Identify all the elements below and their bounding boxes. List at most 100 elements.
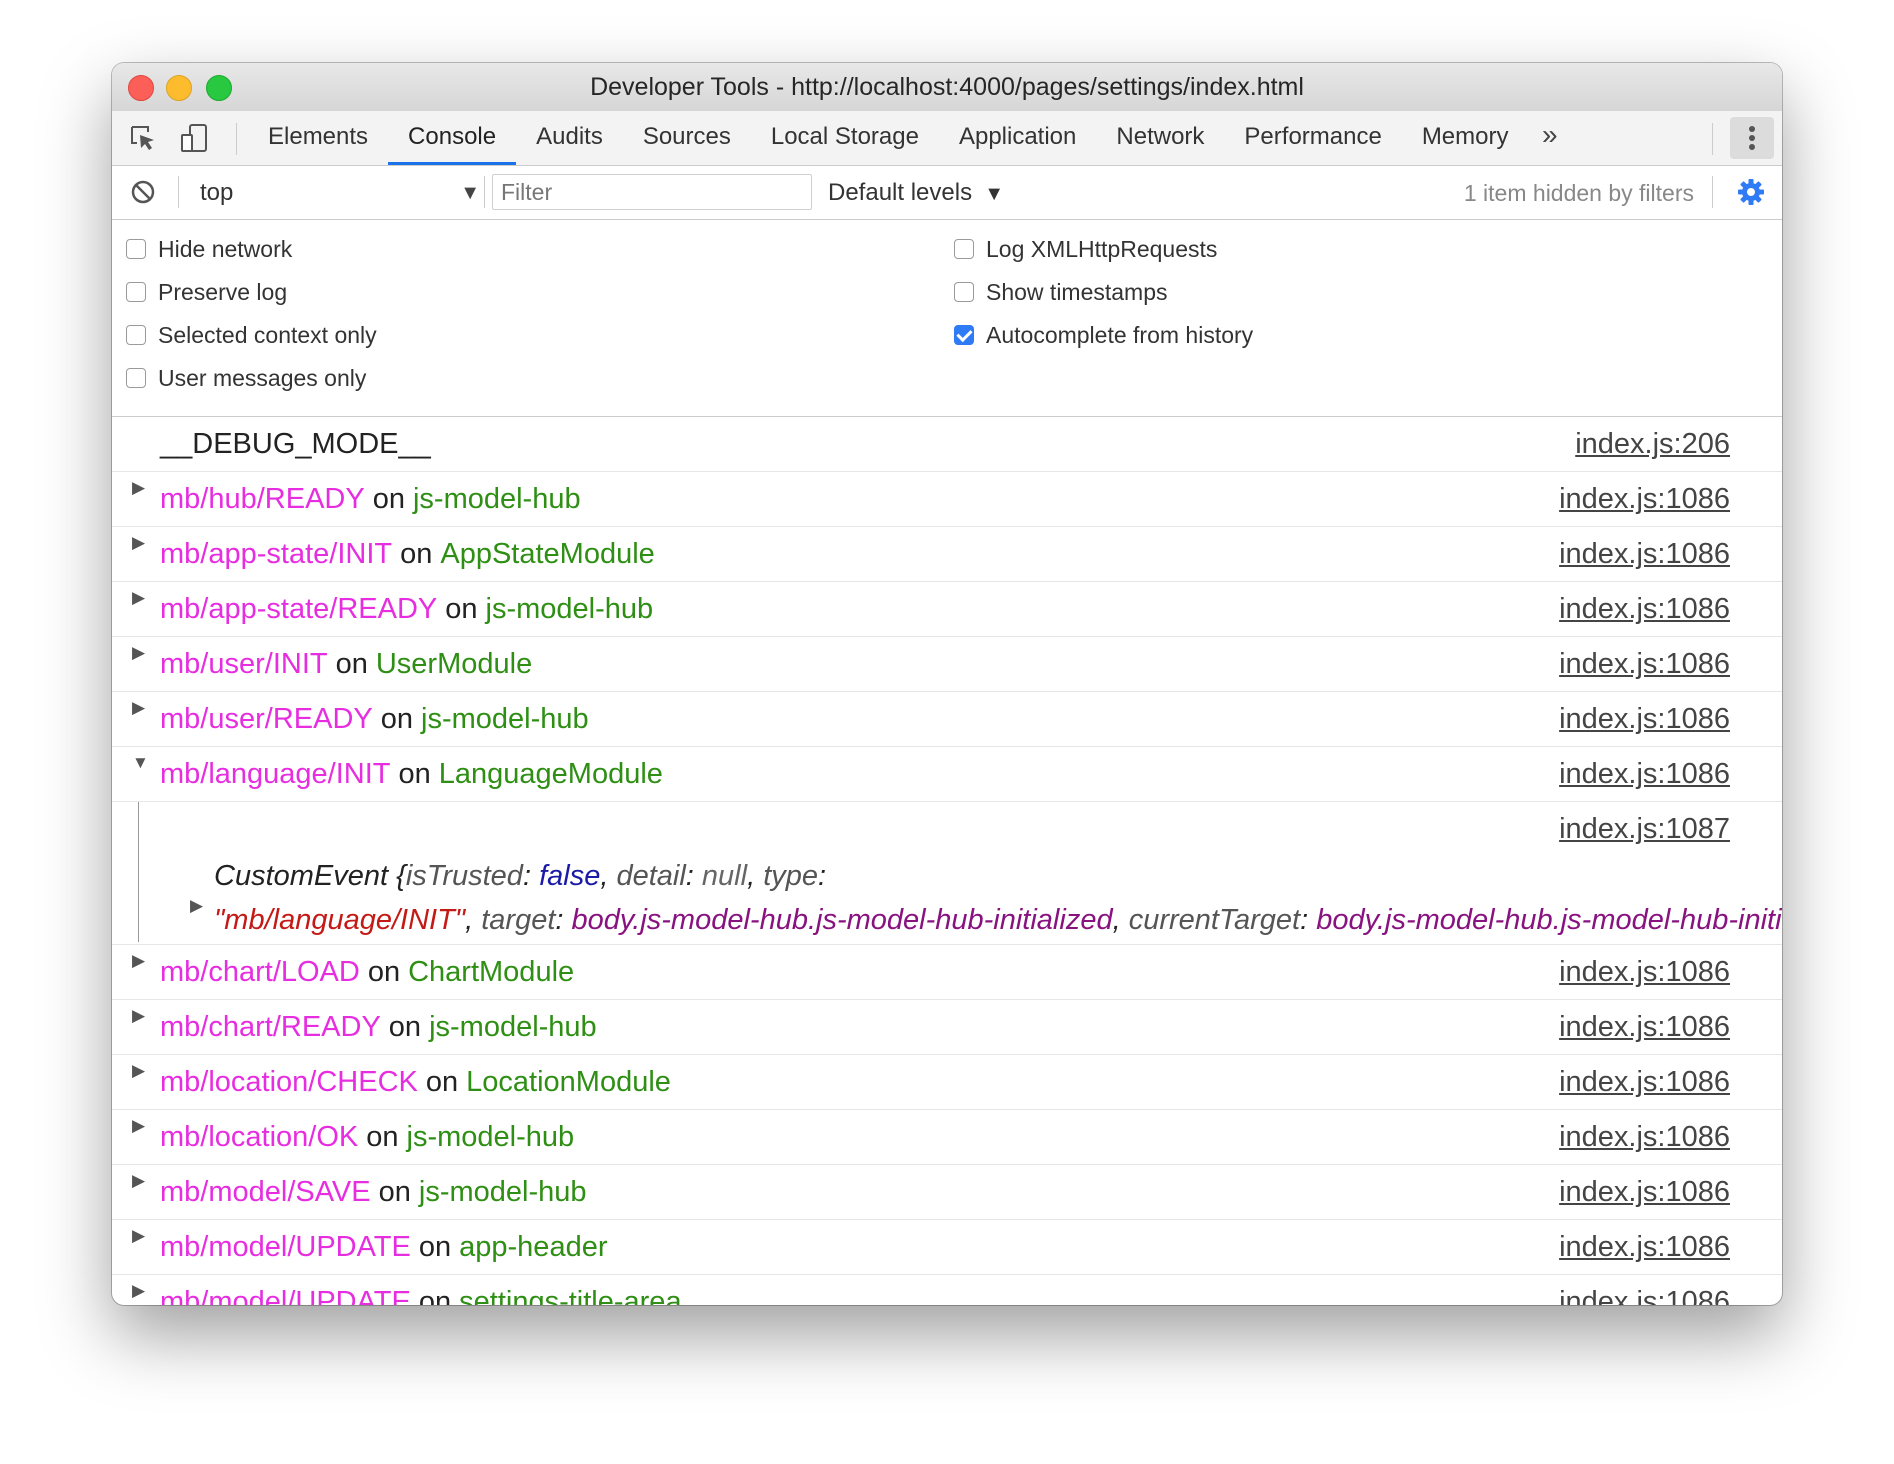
source-link[interactable]: index.js:1087 [1559,802,1730,856]
setting-autocomplete-from-history[interactable]: Autocomplete from history [954,320,1253,350]
source-link[interactable]: index.js:1086 [1559,692,1730,746]
connector-text: on [335,648,368,680]
console-settings-gear-icon[interactable] [1736,177,1766,207]
tab-performance[interactable]: Performance [1224,111,1401,165]
connector-text: on [425,1066,459,1098]
expand-arrow-icon[interactable]: ▶ [132,478,145,498]
tab-memory[interactable]: Memory [1402,111,1529,165]
expanded-arrow-icon[interactable]: ▼ [132,753,149,773]
autocomplete-from-history-checkbox[interactable] [954,325,974,345]
console-message[interactable]: ▶ mb/model/SAVE on js-model-hub index.js:108… [112,1165,1782,1220]
expand-arrow-icon[interactable]: ▶ [132,588,145,608]
console-message[interactable]: ▶ mb/user/READY on js-model-hub index.js:108… [112,692,1782,747]
toolbar-separator [1712,123,1713,155]
expand-arrow-icon[interactable]: ▶ [132,1061,145,1081]
connector-text: on [400,538,433,570]
event-target: js-model-hub [485,593,654,625]
tab-network[interactable]: Network [1096,111,1224,165]
source-link[interactable]: index.js:1086 [1559,637,1730,691]
setting-show-timestamps[interactable]: Show timestamps [954,277,1168,307]
minimize-window-button[interactable] [166,75,192,101]
expand-arrow-icon[interactable]: ▶ [132,1226,145,1246]
tab-console[interactable]: Console [388,111,517,165]
event-target: js-model-hub [418,1176,587,1208]
tab-audits[interactable]: Audits [516,111,623,165]
message-text: mb/location/OK on js-model-hub [160,1110,574,1164]
setting-log-xmlhttprequests[interactable]: Log XMLHttpRequests [954,234,1217,264]
user-messages-only-checkbox[interactable] [126,368,146,388]
source-link[interactable]: index.js:1086 [1559,472,1730,526]
expand-arrow-icon[interactable]: ▶ [132,1281,145,1301]
custom-event-object[interactable]: CustomEvent {isTrusted: false, detail: n… [214,854,1782,942]
setting-selected-context-only[interactable]: Selected context only [126,320,377,350]
maximize-window-button[interactable] [206,75,232,101]
console-message[interactable]: ▼ mb/language/INIT on LanguageModule index.j… [112,747,1782,802]
console-message[interactable]: ▶ mb/model/UPDATE on settings-title-area ind… [112,1275,1782,1305]
tab-application[interactable]: Application [939,111,1096,165]
source-link[interactable]: index.js:1086 [1559,582,1730,636]
event-target: js-model-hub [412,483,581,515]
context-select[interactable]: top ▼ [200,176,480,210]
source-link[interactable]: index.js:1086 [1559,1000,1730,1054]
console-message[interactable]: ▶ mb/location/OK on js-model-hub index.js:10… [112,1110,1782,1165]
expand-arrow-icon[interactable]: ▶ [132,1116,145,1136]
expand-arrow-icon[interactable]: ▶ [132,1006,145,1026]
console-message[interactable]: ▶ mb/chart/LOAD on ChartModule index.js:1086 [112,945,1782,1000]
console-message[interactable]: ▶ mb/location/CHECK on LocationModule index.… [112,1055,1782,1110]
expand-object-arrow-icon[interactable]: ▶ [190,896,203,916]
customize-menu-icon[interactable] [1730,117,1774,159]
event-name: mb/model/UPDATE [160,1231,411,1263]
setting-hide-network[interactable]: Hide network [126,234,292,264]
close-window-button[interactable] [128,75,154,101]
more-tabs-icon[interactable]: » [1542,119,1558,151]
source-link[interactable]: index.js:1086 [1559,1220,1730,1274]
preserve-log-checkbox[interactable] [126,282,146,302]
hidden-items-note: 1 item hidden by filters [1463,180,1694,206]
source-link[interactable]: index.js:1086 [1559,747,1730,801]
group-indent-bar [138,802,139,942]
message-text: mb/location/CHECK on LocationModule [160,1055,671,1109]
source-link[interactable]: index.js:1086 [1559,1055,1730,1109]
message-text: mb/user/INIT on UserModule [160,637,532,691]
source-link[interactable]: index.js:1086 [1559,527,1730,581]
console-message[interactable]: ▶ mb/app-state/READY on js-model-hub index.j… [112,582,1782,637]
event-name: mb/user/INIT [160,648,328,680]
property-value: body.js-model-hub.js-model-hub-initializ… [571,904,1113,936]
inspect-element-icon[interactable] [128,123,158,153]
console-message[interactable]: ▶ mb/hub/READY on js-model-hub index.js:1086 [112,472,1782,527]
console-message[interactable]: ▶ mb/model/UPDATE on app-header index.js:108… [112,1220,1782,1275]
tab-sources[interactable]: Sources [623,111,751,165]
tab-elements[interactable]: Elements [248,111,388,165]
expand-arrow-icon[interactable]: ▶ [132,643,145,663]
console-message[interactable]: ▶ mb/user/INIT on UserModule index.js:1086 [112,637,1782,692]
selected-context-only-checkbox[interactable] [126,325,146,345]
source-link[interactable]: index.js:1086 [1559,1165,1730,1219]
console-message[interactable]: ▶ mb/chart/READY on js-model-hub index.js:10… [112,1000,1782,1055]
log-xmlhttprequests-checkbox[interactable] [954,239,974,259]
source-link[interactable]: index.js:1086 [1559,1275,1730,1305]
expand-arrow-icon[interactable]: ▶ [132,533,145,553]
setting-user-messages-only[interactable]: User messages only [126,363,366,393]
log-levels-select[interactable]: Default levels ▼ [828,176,1004,211]
expand-arrow-icon[interactable]: ▶ [132,698,145,718]
property-key: isTrusted [405,860,523,892]
tab-local-storage[interactable]: Local Storage [751,111,939,165]
filter-input[interactable] [492,174,812,210]
message-text: mb/model/UPDATE on app-header [160,1220,607,1274]
source-link[interactable]: index.js:1086 [1559,1110,1730,1164]
property-value: "mb/language/INIT" [214,904,466,936]
setting-preserve-log[interactable]: Preserve log [126,277,287,307]
device-toolbar-icon[interactable] [180,123,210,153]
show-timestamps-checkbox[interactable] [954,282,974,302]
message-text: mb/user/READY on js-model-hub [160,692,589,746]
source-link[interactable]: index.js:206 [1575,417,1730,471]
connector-text: on [388,1011,422,1043]
expand-arrow-icon[interactable]: ▶ [132,951,145,971]
hide-network-checkbox[interactable] [126,239,146,259]
expand-arrow-icon[interactable]: ▶ [132,1171,145,1191]
event-name: mb/location/CHECK [160,1066,418,1098]
console-message[interactable]: ▶ mb/app-state/INIT on AppStateModule index.… [112,527,1782,582]
source-link[interactable]: index.js:1086 [1559,945,1730,999]
dropdown-arrow-icon: ▼ [460,182,480,204]
clear-console-icon[interactable] [128,177,158,207]
